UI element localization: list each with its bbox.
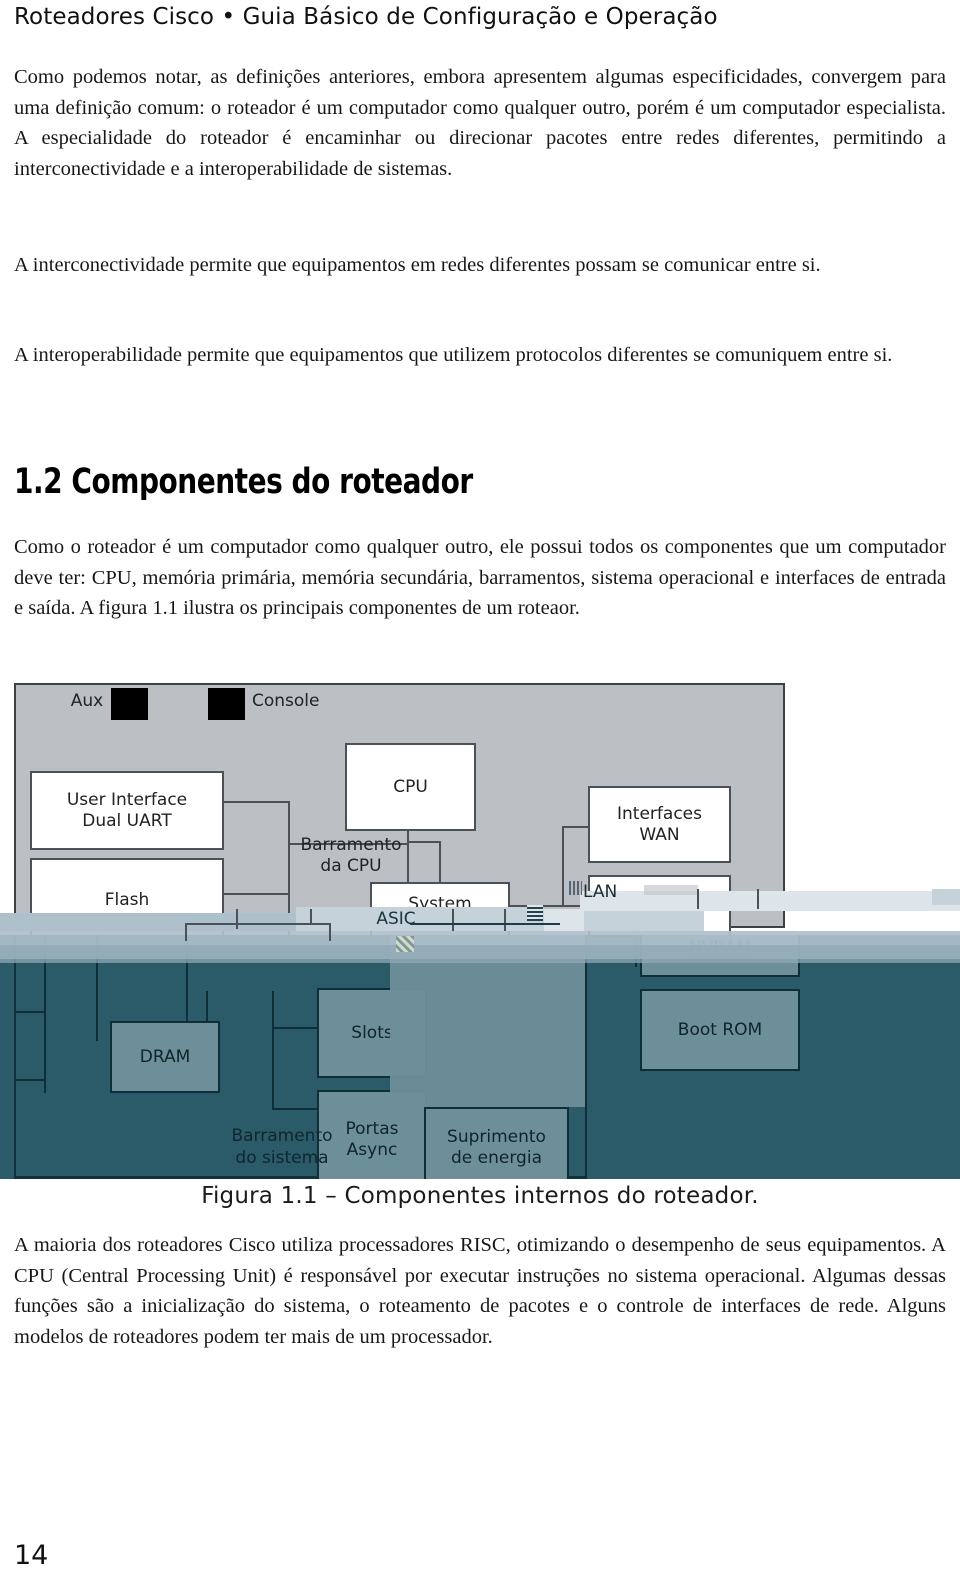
box-nvram: NVRAM [640, 935, 800, 977]
label-lan-glitch: LAN [583, 882, 618, 902]
twire-right-divider-2 [585, 935, 587, 1179]
box-flash-label: Flash [104, 890, 150, 910]
twire-mid-2 [272, 991, 274, 1109]
label-system-bus: Barramento do sistema [231, 1126, 333, 1168]
twire-slots-in [272, 1027, 318, 1029]
box-power-supply-overlay: Suprimento de energia [424, 1107, 569, 1179]
twire-mid-1 [186, 935, 188, 1021]
box-interfaces-wan: Interfaces WAN [588, 786, 731, 863]
console-port [208, 688, 245, 720]
aux-port [111, 688, 148, 720]
twire-portas-in [272, 1108, 318, 1110]
box-dram-label: DRAM [139, 1046, 191, 1067]
console-label: Console [252, 691, 320, 711]
box-slots: Slots [317, 988, 427, 1078]
twire-left-3 [14, 1011, 44, 1013]
twire-nvram-up [635, 935, 637, 967]
paragraph-1: Como podemos notar, as definições anteri… [14, 66, 946, 180]
twire-left-1 [44, 935, 46, 1093]
wire-wan-vertical [562, 826, 564, 906]
wire-flash-bus [223, 893, 290, 895]
paragraph-after-heading: Como o roteador é um computador como qua… [14, 536, 946, 619]
box-portas-async-label: Portas Async [345, 1119, 399, 1160]
box-cpu: CPU [345, 743, 476, 831]
wire-lan-in [510, 905, 598, 907]
page-number: 14 [14, 1540, 49, 1571]
box-flash: Flash [30, 858, 224, 943]
figure-caption: Figura 1.1 – Componentes internos do rot… [201, 1183, 759, 1209]
running-head: Roteadores Cisco • Guia Básico de Config… [14, 4, 718, 30]
wire-ui-bus [223, 801, 290, 803]
section-heading: 1.2 Componentes do roteador [14, 462, 473, 502]
paragraph-3: A interoperabilidade permite que equipam… [14, 344, 893, 366]
wire-syscontrol-up [439, 841, 441, 883]
label-cpu-bus: Barramento da CPU [300, 835, 402, 876]
aux-label: Aux [70, 691, 104, 711]
box-user-interface: User Interface Dual UART [30, 771, 224, 850]
box-cpu-label: CPU [393, 776, 428, 797]
twire-left-2 [96, 935, 98, 1041]
box-user-interface-label: User Interface Dual UART [66, 789, 188, 831]
box-interfaces-wan-label: Interfaces WAN [617, 803, 702, 845]
twire-right-top [587, 935, 637, 937]
box-power-supply-overlay-label: Suprimento de energia [447, 1127, 546, 1168]
box-dram: DRAM [110, 1021, 220, 1093]
twire-left-4 [14, 1079, 44, 1081]
box-boot-rom: Boot ROM [640, 989, 800, 1071]
figure-router-components: Aux Console User Interface Dual UART Fla… [0, 683, 960, 1179]
router-chassis-teal-panel: DRAM Slots Portas Async Barramento do si… [0, 935, 960, 1179]
figure-canvas: Aux Console User Interface Dual UART Fla… [0, 683, 960, 1179]
box-boot-rom-label: Boot ROM [677, 1019, 763, 1040]
paragraph-2: A interconectividade permite que equipam… [14, 254, 821, 276]
document-page: Roteadores Cisco • Guia Básico de Config… [0, 0, 960, 1591]
paragraph-after-figure: A maioria dos roteadores Cisco utiliza p… [14, 1234, 946, 1348]
box-nvram-label: NVRAM [689, 937, 751, 958]
label-asic: ASIC [376, 909, 416, 929]
box-slots-label: Slots [351, 1022, 393, 1043]
glitch-band-9 [932, 889, 960, 905]
